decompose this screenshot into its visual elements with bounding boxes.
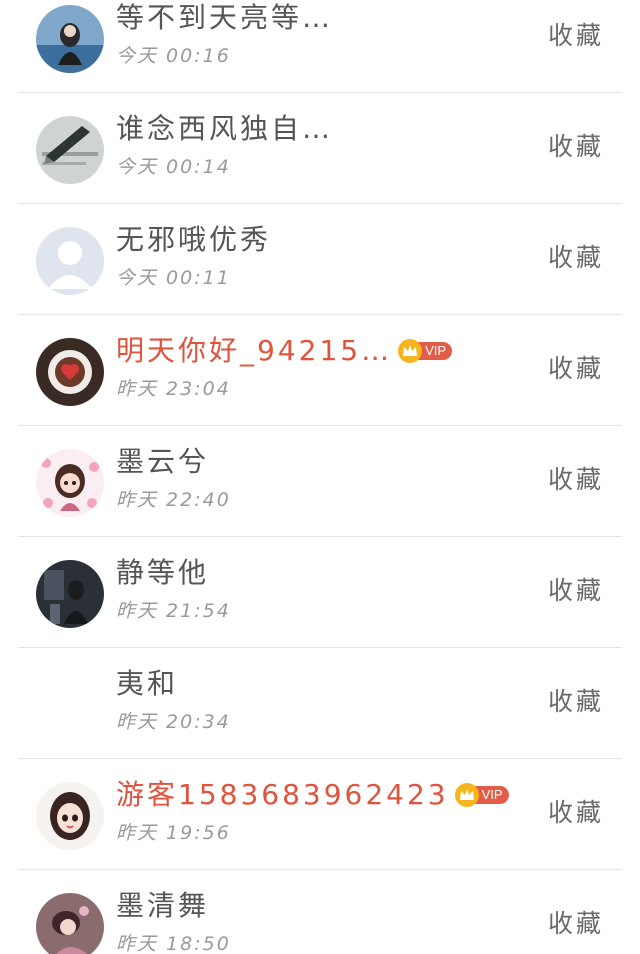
avatar[interactable] <box>36 782 104 850</box>
coffee-heart-avatar-icon <box>36 338 104 406</box>
username: 游客15836839624​23 <box>116 778 449 811</box>
costume-avatar-icon <box>36 893 104 954</box>
username: 无邪哦优秀 <box>116 223 272 256</box>
avatar[interactable] <box>36 449 104 517</box>
list-item[interactable]: 游客15836839624​23 VIP 昨天 19:56 收藏 <box>0 759 640 870</box>
cartoon-girl-avatar-icon <box>36 782 104 850</box>
timestamp: 今天 00:16 <box>116 45 231 67</box>
username: 明天你好_94215… <box>116 334 393 367</box>
vip-badge: VIP <box>398 339 453 363</box>
avatar[interactable] <box>36 227 104 295</box>
timestamp: 昨天 23:04 <box>116 378 231 400</box>
collect-button[interactable]: 收藏 <box>548 797 604 829</box>
list-item[interactable]: 墨云兮 昨天 22:40 收藏 <box>0 426 640 537</box>
collect-button[interactable]: 收藏 <box>548 20 604 52</box>
username: 等不到天亮等… <box>116 1 334 34</box>
timestamp: 今天 00:11 <box>116 267 231 289</box>
dark-scene-avatar-icon <box>36 560 104 628</box>
timestamp: 昨天 20:34 <box>116 711 231 733</box>
collect-button[interactable]: 收藏 <box>548 131 604 163</box>
timestamp: 今天 00:14 <box>116 156 231 178</box>
collect-button[interactable]: 收藏 <box>548 353 604 385</box>
list-item[interactable]: 静等他 昨天 21:54 收藏 <box>0 537 640 648</box>
timestamp: 昨天 21:54 <box>116 600 231 622</box>
collect-button[interactable]: 收藏 <box>548 686 604 718</box>
avatar[interactable] <box>36 5 104 73</box>
anime-girl-flowers-avatar-icon <box>36 449 104 517</box>
username-row: 明天你好_94215… VIP <box>116 333 453 369</box>
girl-seaside-avatar-icon <box>36 5 104 73</box>
username: 墨清舞 <box>116 889 210 922</box>
collect-button[interactable]: 收藏 <box>548 908 604 940</box>
list-item[interactable]: 明天你好_94215… VIP 昨天 23:04 收藏 <box>0 315 640 426</box>
avatar[interactable] <box>36 560 104 628</box>
username: 静等他 <box>116 556 210 589</box>
favorites-list: 等不到天亮等… 今天 00:16 收藏 谁念西风独自… 今天 00:14 收藏 <box>0 0 640 954</box>
list-item[interactable]: 墨清舞 昨天 18:50 收藏 <box>0 870 640 954</box>
avatar[interactable] <box>36 893 104 954</box>
pen-avatar-icon <box>36 116 104 184</box>
username: 夷和 <box>116 667 179 700</box>
list-item[interactable]: 无邪哦优秀 今天 00:11 收藏 <box>0 204 640 315</box>
list-item[interactable]: 谁念西风独自… 今天 00:14 收藏 <box>0 93 640 204</box>
timestamp: 昨天 22:40 <box>116 489 231 511</box>
collect-button[interactable]: 收藏 <box>548 464 604 496</box>
avatar[interactable] <box>36 116 104 184</box>
crown-icon <box>398 339 423 363</box>
list-item[interactable]: 夷和 昨天 20:34 收藏 <box>0 648 640 759</box>
collect-button[interactable]: 收藏 <box>548 242 604 274</box>
avatar[interactable] <box>36 338 104 406</box>
default-user-avatar-icon <box>36 227 104 295</box>
collect-button[interactable]: 收藏 <box>548 575 604 607</box>
timestamp: 昨天 19:56 <box>116 822 231 844</box>
username: 谁念西风独自… <box>116 112 334 145</box>
vip-badge: VIP <box>454 783 509 807</box>
username: 墨云兮 <box>116 445 210 478</box>
username-row: 游客15836839624​23 VIP <box>116 777 509 813</box>
crown-icon <box>454 783 479 807</box>
timestamp: 昨天 18:50 <box>116 933 231 954</box>
list-item[interactable]: 等不到天亮等… 今天 00:16 收藏 <box>0 0 640 93</box>
